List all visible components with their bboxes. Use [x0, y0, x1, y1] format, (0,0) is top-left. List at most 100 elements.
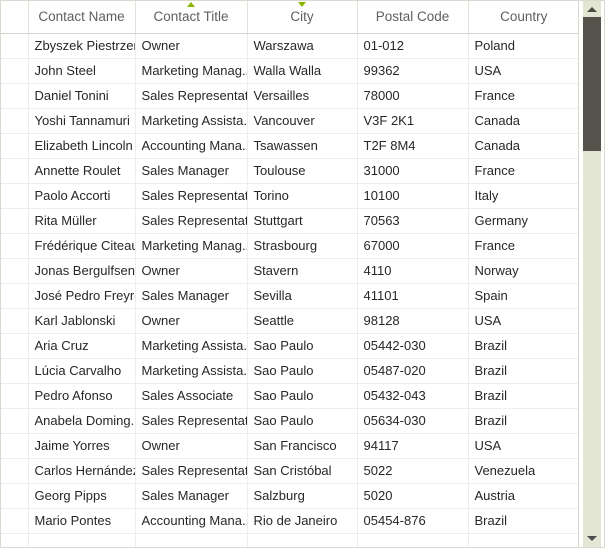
- cell-postal[interactable]: [357, 533, 469, 547]
- cell-city[interactable]: Tsawassen: [247, 133, 358, 159]
- cell-city[interactable]: Rio de Janeiro: [247, 508, 358, 534]
- cell-city[interactable]: Seattle: [247, 308, 358, 334]
- cell-postal[interactable]: 4110: [357, 258, 469, 284]
- cell-name[interactable]: Mario Pontes: [28, 508, 136, 534]
- scroll-down-button[interactable]: [583, 530, 601, 547]
- cell-city[interactable]: Sao Paulo: [247, 358, 358, 384]
- row-handle-cell[interactable]: [1, 483, 29, 509]
- cell-city[interactable]: Stuttgart: [247, 208, 358, 234]
- table-row[interactable]: Yoshi Tannamuri Marketing Assista... Vanco…: [1, 108, 578, 134]
- cell-title[interactable]: Marketing Assista...: [135, 108, 248, 134]
- cell-title[interactable]: Sales Representat...: [135, 83, 248, 109]
- cell-name[interactable]: Jonas Bergulfsen: [28, 258, 136, 284]
- table-row[interactable]: Mario Pontes Accounting Mana... Rio de Jan…: [1, 508, 578, 534]
- cell-postal[interactable]: V3F 2K1: [357, 108, 469, 134]
- grid-scroll-viewport[interactable]: Contact Name Contact Title City Postal Code…: [1, 1, 578, 547]
- cell-name[interactable]: Georg Pipps: [28, 483, 136, 509]
- table-row[interactable]: Annette Roulet Sales Manager Toulouse 31000…: [1, 158, 578, 184]
- cell-name[interactable]: Daniel Tonini: [28, 83, 136, 109]
- cell-postal[interactable]: 94117: [357, 433, 469, 459]
- cell-city[interactable]: Walla Walla: [247, 58, 358, 84]
- cell-country[interactable]: USA: [468, 58, 578, 84]
- cell-country[interactable]: Germany: [468, 208, 578, 234]
- header-cell-title[interactable]: Contact Title: [135, 1, 248, 34]
- header-cell-city[interactable]: City: [247, 1, 358, 34]
- row-handle-cell[interactable]: [1, 183, 29, 209]
- cell-title[interactable]: Accounting Mana...: [135, 133, 248, 159]
- cell-title[interactable]: Marketing Assista...: [135, 333, 248, 359]
- cell-country[interactable]: Italy: [468, 183, 578, 209]
- cell-country[interactable]: Brazil: [468, 333, 578, 359]
- table-row[interactable]: Georg Pipps Sales Manager Salzburg 5020 Aust…: [1, 483, 578, 509]
- cell-name[interactable]: Zbyszek Piestrzen...: [28, 33, 136, 59]
- cell-name[interactable]: John Steel: [28, 58, 136, 84]
- cell-city[interactable]: Strasbourg: [247, 233, 358, 259]
- cell-name[interactable]: Karl Jablonski: [28, 308, 136, 334]
- row-handle-cell[interactable]: [1, 508, 29, 534]
- cell-country[interactable]: France: [468, 158, 578, 184]
- table-row[interactable]: Paolo AccortiSales Representat...Torino1…: [1, 183, 578, 209]
- row-handle-cell[interactable]: [1, 458, 29, 484]
- cell-name[interactable]: Annette Roulet: [28, 158, 136, 184]
- header-cell-country[interactable]: Country: [468, 1, 578, 34]
- cell-city[interactable]: Sevilla: [247, 283, 358, 309]
- cell-postal[interactable]: 05487-020: [357, 358, 469, 384]
- cell-name[interactable]: Anabela Doming...: [28, 408, 136, 434]
- cell-country[interactable]: Brazil: [468, 383, 578, 409]
- cell-city[interactable]: Sao Paulo: [247, 408, 358, 434]
- table-row[interactable]: Karl Jablonski Owner Seattle 98128 USA: [1, 308, 578, 334]
- cell-name[interactable]: Paolo Accorti: [28, 183, 136, 209]
- cell-postal[interactable]: 78000: [357, 83, 469, 109]
- cell-title[interactable]: Sales Representat...: [135, 408, 248, 434]
- row-handle-cell[interactable]: [1, 358, 29, 384]
- row-handle-cell[interactable]: [1, 133, 29, 159]
- row-handle-cell[interactable]: [1, 83, 29, 109]
- cell-city[interactable]: Sao Paulo: [247, 383, 358, 409]
- cell-name[interactable]: Jaime Yorres: [28, 433, 136, 459]
- vertical-scrollbar[interactable]: [578, 1, 604, 547]
- table-row[interactable]: Pedro Afonso Sales Associate Sao Paulo 0543…: [1, 383, 578, 409]
- table-row[interactable]: Lúcia Carvalho Marketing Assista... Sao Pa…: [1, 358, 578, 384]
- cell-name[interactable]: Yoshi Tannamuri: [28, 108, 136, 134]
- cell-country[interactable]: France: [468, 233, 578, 259]
- scroll-up-button[interactable]: [583, 1, 601, 18]
- cell-title[interactable]: Owner: [135, 258, 248, 284]
- table-row[interactable]: Daniel ToniniSales Representat...Versail…: [1, 83, 578, 109]
- cell-country[interactable]: Canada: [468, 133, 578, 159]
- table-row[interactable]: José Pedro Freyre Sales Manager Sevilla 411…: [1, 283, 578, 309]
- cell-title[interactable]: Accounting Mana...: [135, 508, 248, 534]
- cell-title[interactable]: Sales Associate: [135, 383, 248, 409]
- row-handle-cell[interactable]: [1, 283, 29, 309]
- cell-city[interactable]: Warszawa: [247, 33, 358, 59]
- cell-name[interactable]: José Pedro Freyre: [28, 283, 136, 309]
- cell-country[interactable]: Poland: [468, 33, 578, 59]
- cell-country[interactable]: Norway: [468, 258, 578, 284]
- cell-postal[interactable]: 05432-043: [357, 383, 469, 409]
- row-handle-cell[interactable]: [1, 533, 29, 547]
- cell-postal[interactable]: T2F 8M4: [357, 133, 469, 159]
- table-row[interactable]: Jonas Bergulfsen Owner Stavern 4110 Norway: [1, 258, 578, 284]
- cell-country[interactable]: Venezuela: [468, 458, 578, 484]
- cell-title[interactable]: Marketing Assista...: [135, 358, 248, 384]
- cell-title[interactable]: [135, 533, 248, 547]
- cell-postal[interactable]: 67000: [357, 233, 469, 259]
- cell-city[interactable]: Versailles: [247, 83, 358, 109]
- table-row[interactable]: Anabela Doming...Sales Representat...Sao…: [1, 408, 578, 434]
- cell-country[interactable]: [468, 533, 578, 547]
- cell-city[interactable]: Stavern: [247, 258, 358, 284]
- row-handle-cell[interactable]: [1, 208, 29, 234]
- cell-name[interactable]: Frédérique Citeaux: [28, 233, 136, 259]
- cell-country[interactable]: Brazil: [468, 408, 578, 434]
- cell-postal[interactable]: 41101: [357, 283, 469, 309]
- row-handle-cell[interactable]: [1, 383, 29, 409]
- row-handle-cell[interactable]: [1, 408, 29, 434]
- cell-title[interactable]: Owner: [135, 33, 248, 59]
- table-row[interactable]: Elizabeth Lincoln Accounting Mana... Tsawa…: [1, 133, 578, 159]
- cell-city[interactable]: San Francisco: [247, 433, 358, 459]
- cell-postal[interactable]: 31000: [357, 158, 469, 184]
- cell-postal[interactable]: 98128: [357, 308, 469, 334]
- cell-city[interactable]: Torino: [247, 183, 358, 209]
- table-row[interactable]: Rita MüllerSales Representat...Stuttgart…: [1, 208, 578, 234]
- cell-city[interactable]: Sao Paulo: [247, 333, 358, 359]
- cell-title[interactable]: Sales Representat...: [135, 458, 248, 484]
